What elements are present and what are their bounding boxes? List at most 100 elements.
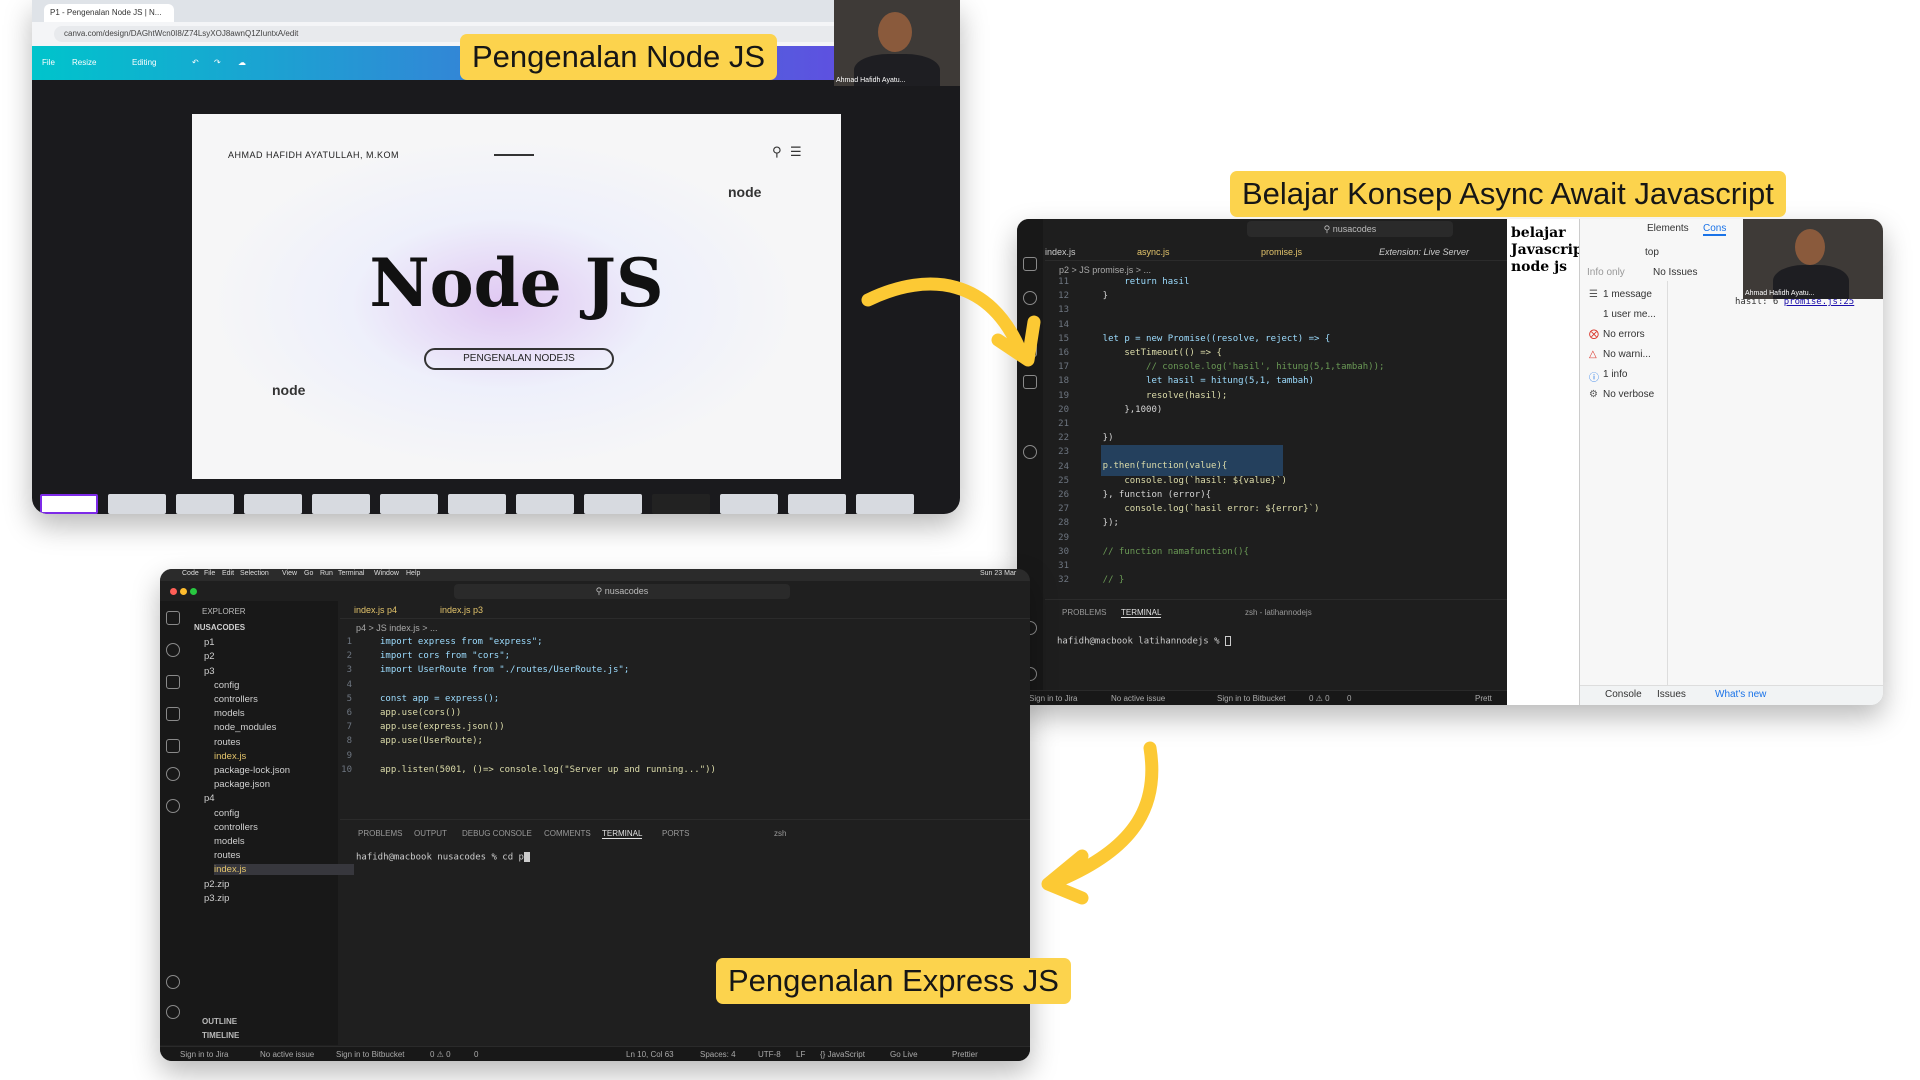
- code-editor[interactable]: import express from "express"; import cor…: [380, 635, 716, 777]
- code-line[interactable]: console.log(`hasil error: ${error}`): [1081, 502, 1384, 516]
- resize-button[interactable]: Resize: [72, 58, 96, 67]
- code-line[interactable]: app.use(UserRoute);: [380, 734, 716, 748]
- menu-view[interactable]: View: [282, 570, 297, 577]
- status-encoding[interactable]: UTF-8: [758, 1050, 781, 1059]
- tree-item[interactable]: routes: [214, 850, 240, 861]
- workspace-root[interactable]: NUSACODES: [194, 623, 245, 632]
- status-prettier[interactable]: Prettier: [952, 1050, 978, 1059]
- outline-section[interactable]: OUTLINE: [202, 1017, 237, 1026]
- code-line[interactable]: resolve(hasil);: [1081, 389, 1384, 403]
- tree-item[interactable]: index.js: [214, 864, 354, 876]
- browser-tab[interactable]: P1 - Pengenalan Node JS | N...: [44, 4, 174, 22]
- thumbnail[interactable]: [380, 494, 438, 514]
- code-line[interactable]: [380, 749, 716, 763]
- tree-item[interactable]: config: [214, 808, 239, 819]
- terminal-name[interactable]: zsh: [774, 829, 786, 838]
- search-icon[interactable]: [166, 643, 180, 657]
- thumbnail[interactable]: [40, 494, 98, 514]
- status-problems[interactable]: 0 ⚠ 0: [1309, 694, 1330, 703]
- menu-terminal[interactable]: Terminal: [338, 570, 364, 577]
- code-line[interactable]: setTimeout(() => {: [1081, 346, 1384, 360]
- status-spaces[interactable]: Spaces: 4: [700, 1050, 736, 1059]
- gear-icon[interactable]: [166, 1005, 180, 1019]
- json-icon[interactable]: [166, 767, 180, 781]
- menu-code[interactable]: Code: [182, 570, 199, 577]
- panel-tab-terminal[interactable]: TERMINAL: [602, 829, 643, 839]
- status-issue[interactable]: No active issue: [260, 1050, 314, 1059]
- tree-item[interactable]: models: [214, 708, 245, 719]
- tree-item[interactable]: package.json: [214, 779, 270, 790]
- lightning-icon[interactable]: [166, 799, 180, 813]
- code-line[interactable]: // function namafunction(){: [1081, 545, 1384, 559]
- extensions-icon[interactable]: [1023, 375, 1037, 389]
- tab-live-server[interactable]: Extension: Live Server: [1379, 247, 1469, 257]
- tab-index-js[interactable]: index.js: [1045, 247, 1076, 257]
- status-language[interactable]: {} JavaScript: [820, 1050, 865, 1059]
- tab-async-js[interactable]: async.js: [1137, 247, 1170, 257]
- panel-tab-debug-console[interactable]: DEBUG CONSOLE: [462, 829, 532, 838]
- code-line[interactable]: });: [1081, 516, 1384, 530]
- redo-icon[interactable]: ↷: [214, 58, 221, 67]
- sidebar-warnings[interactable]: No warni...: [1603, 349, 1651, 360]
- drawer-issues[interactable]: Issues: [1657, 689, 1686, 700]
- drawer-console[interactable]: Console: [1605, 689, 1642, 700]
- tab-console[interactable]: Cons: [1703, 223, 1727, 236]
- command-search[interactable]: ⚲ nusacodes: [454, 584, 790, 599]
- issues-count[interactable]: No Issues: [1653, 267, 1697, 278]
- code-line[interactable]: import cors from "cors";: [380, 649, 716, 663]
- sidebar-errors[interactable]: No errors: [1603, 329, 1645, 340]
- panel-tab-problems[interactable]: PROBLEMS: [1062, 608, 1106, 617]
- thumbnail[interactable]: [516, 494, 574, 514]
- close-window-icon[interactable]: [170, 588, 177, 595]
- account-icon[interactable]: [166, 975, 180, 989]
- sidebar-user-messages[interactable]: 1 user me...: [1603, 309, 1656, 320]
- code-line[interactable]: app.listen(5001, ()=> console.log("Serve…: [380, 763, 716, 777]
- menu-window[interactable]: Window: [374, 570, 399, 577]
- status-jira[interactable]: Sign in to Jira: [1029, 694, 1077, 703]
- sidebar-info[interactable]: 1 info: [1603, 369, 1627, 380]
- code-line[interactable]: [1081, 530, 1384, 544]
- search-icon[interactable]: [1023, 291, 1037, 305]
- code-line[interactable]: const app = express();: [380, 692, 716, 706]
- thumbnail[interactable]: [652, 494, 710, 514]
- code-line[interactable]: let p = new Promise((resolve, reject) =>…: [1081, 332, 1384, 346]
- status-eol[interactable]: LF: [796, 1050, 805, 1059]
- code-line[interactable]: app.use(express.json()): [380, 720, 716, 734]
- thumbnail[interactable]: [856, 494, 914, 514]
- tree-item[interactable]: p3.zip: [204, 893, 229, 904]
- minimize-window-icon[interactable]: [180, 588, 187, 595]
- sidebar-verbose[interactable]: No verbose: [1603, 389, 1654, 400]
- account-icon[interactable]: [1023, 445, 1037, 459]
- code-line[interactable]: [1081, 303, 1384, 317]
- run-icon[interactable]: [166, 707, 180, 721]
- tree-item[interactable]: index.js: [214, 751, 246, 762]
- tree-item[interactable]: config: [214, 680, 239, 691]
- source-control-icon[interactable]: [166, 675, 180, 689]
- tree-item[interactable]: controllers: [214, 822, 258, 833]
- tree-item[interactable]: p3: [204, 666, 215, 677]
- panel-tab-terminal[interactable]: TERMINAL: [1121, 608, 1162, 618]
- menu-file[interactable]: File: [204, 570, 215, 577]
- menu-selection[interactable]: Selection: [240, 570, 269, 577]
- cloud-icon[interactable]: ☁: [238, 58, 246, 67]
- code-line[interactable]: // console.log('hasil', hitung(5,1,tamba…: [1081, 360, 1384, 374]
- timeline-section[interactable]: TIMELINE: [202, 1031, 239, 1040]
- code-line[interactable]: }): [1081, 431, 1384, 445]
- status-go-live[interactable]: Go Live: [890, 1050, 918, 1059]
- sidebar-messages[interactable]: 1 message: [1603, 289, 1652, 300]
- panel-tab-problems[interactable]: PROBLEMS: [358, 829, 402, 838]
- tree-item[interactable]: p2: [204, 651, 215, 662]
- status-jira[interactable]: Sign in to Jira: [180, 1050, 228, 1059]
- tree-item[interactable]: p4: [204, 793, 215, 804]
- files-icon[interactable]: [166, 611, 180, 625]
- code-line[interactable]: console.log(`hasil: ${value}`): [1081, 474, 1384, 488]
- tab-promise-js[interactable]: promise.js: [1261, 247, 1302, 257]
- editing-button[interactable]: Editing: [132, 58, 156, 67]
- code-line[interactable]: import express from "express";: [380, 635, 716, 649]
- code-line[interactable]: },1000): [1081, 403, 1384, 417]
- tree-item[interactable]: routes: [214, 737, 240, 748]
- panel-tab-output[interactable]: OUTPUT: [414, 829, 447, 838]
- status-bitbucket[interactable]: Sign in to Bitbucket: [336, 1050, 404, 1059]
- status-issue[interactable]: No active issue: [1111, 694, 1165, 703]
- menu-run[interactable]: Run: [320, 570, 333, 577]
